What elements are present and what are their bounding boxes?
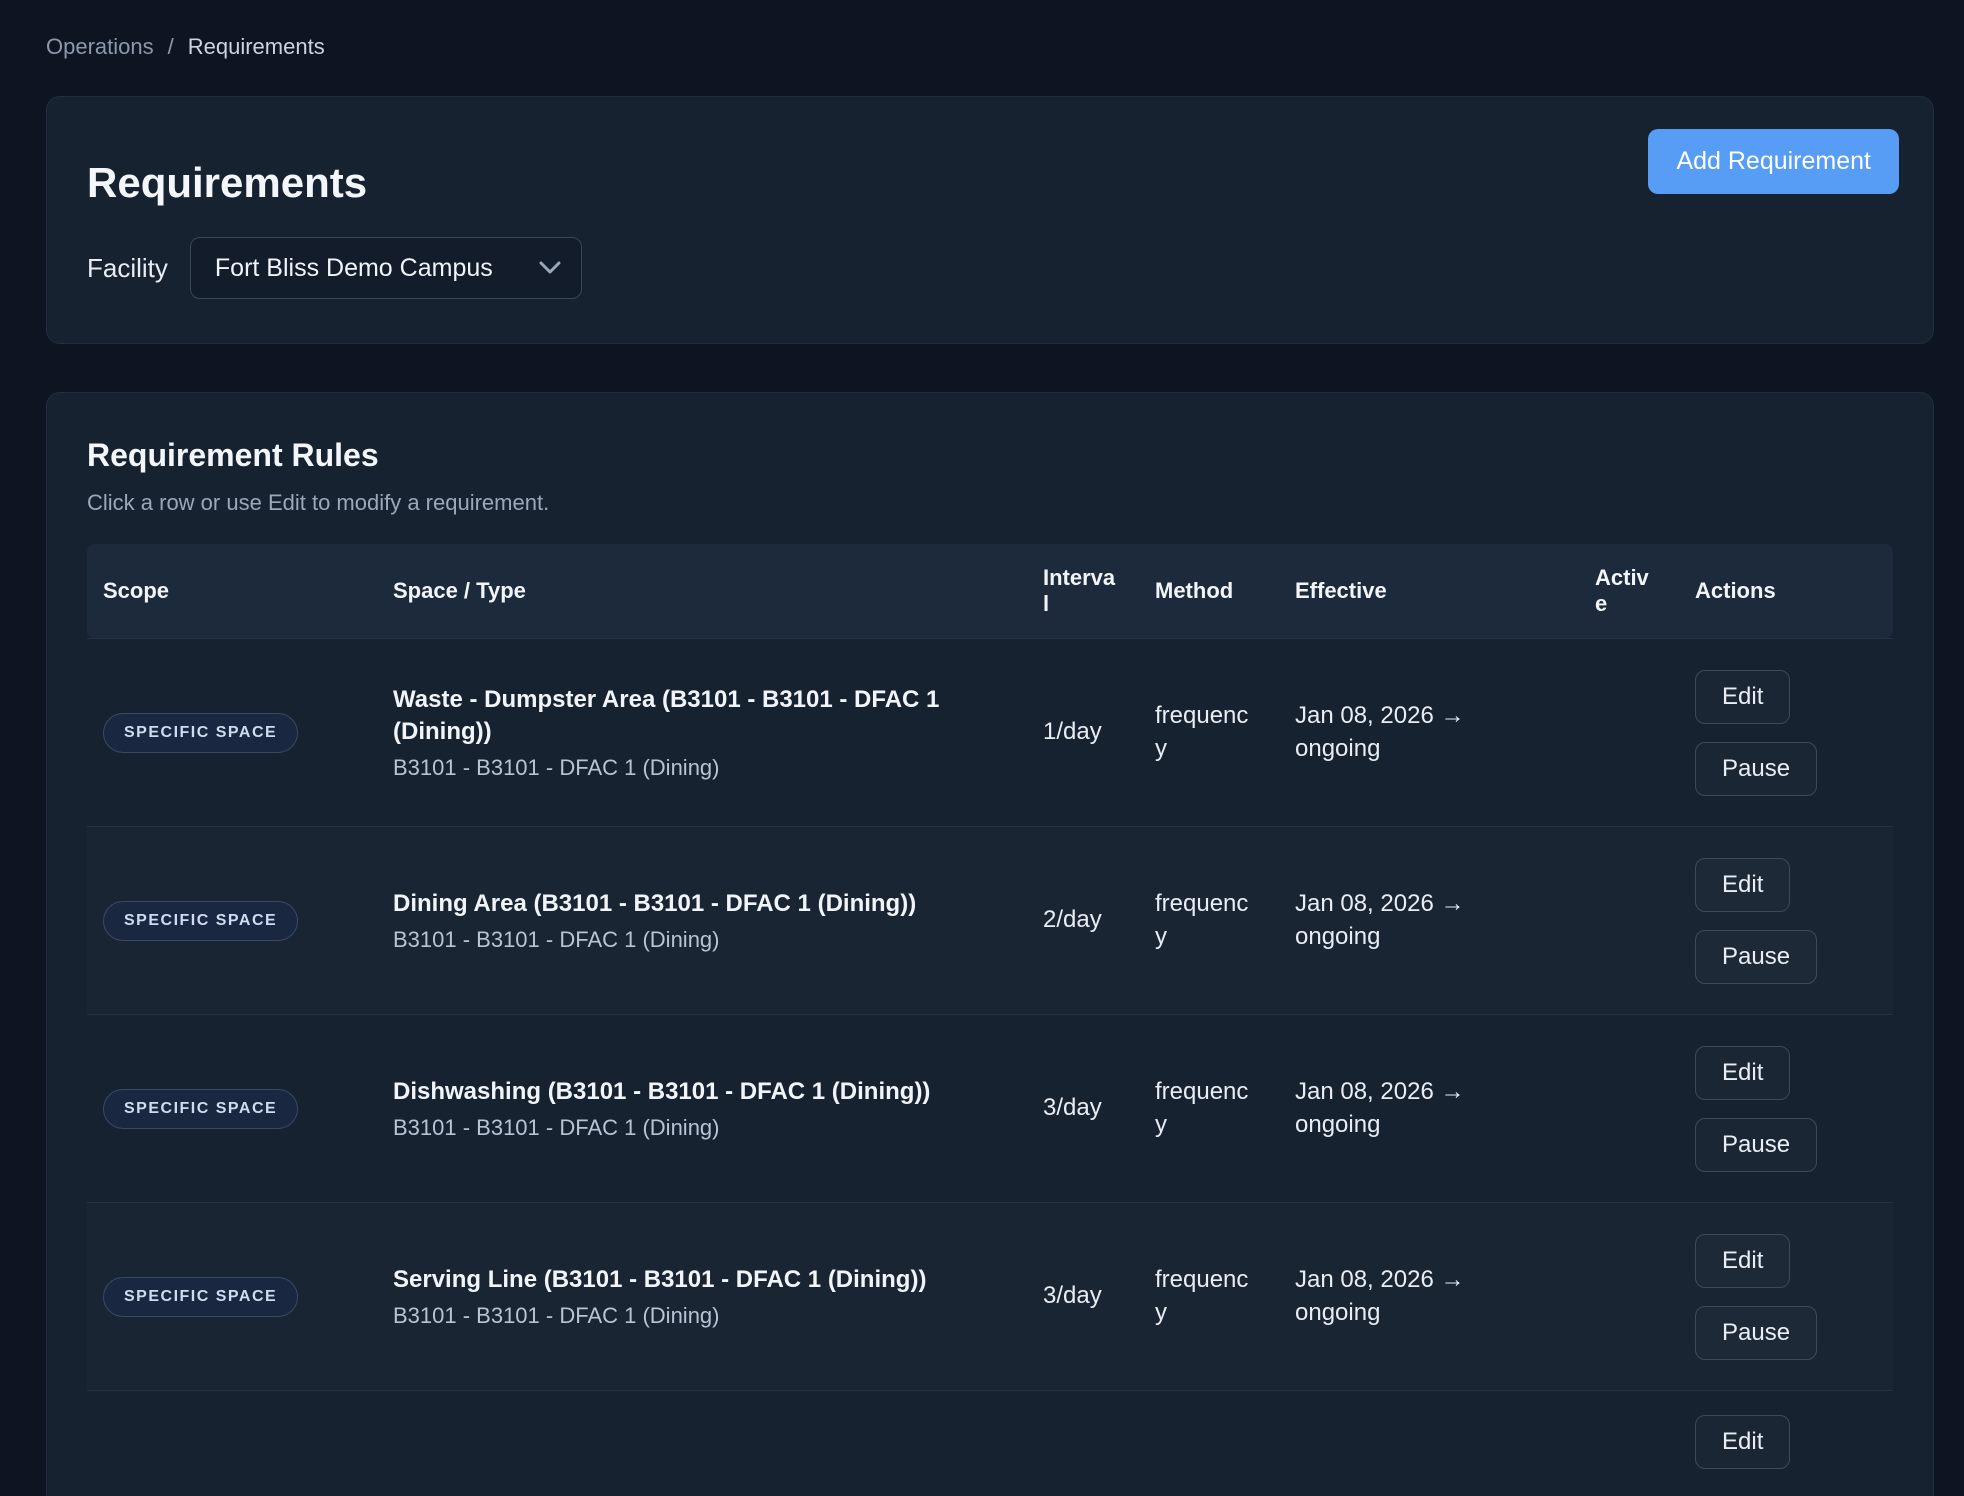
table-row[interactable]: SPECIFIC SPACE Dishwashing (B3101 - B310… bbox=[87, 1014, 1893, 1202]
scope-badge: SPECIFIC SPACE bbox=[103, 901, 298, 941]
space-title: Waste - Dumpster Area (B3101 - B3101 - D… bbox=[393, 684, 1007, 746]
pause-button[interactable]: Pause bbox=[1695, 1118, 1817, 1172]
actions-cell: Edit bbox=[1679, 1391, 1893, 1469]
space-type-cell: Dishwashing (B3101 - B3101 - DFAC 1 (Din… bbox=[377, 1076, 1027, 1141]
effective-to: ongoing bbox=[1295, 733, 1559, 765]
edit-button[interactable]: Edit bbox=[1695, 858, 1790, 912]
facility-row: Facility Fort Bliss Demo Campus bbox=[87, 237, 1893, 299]
method-cell: frequency bbox=[1139, 1264, 1279, 1329]
chevron-down-icon bbox=[539, 261, 561, 275]
page-title: Requirements bbox=[87, 159, 1893, 207]
effective-cell: Jan 08, 2026 → ongoing bbox=[1279, 1264, 1579, 1329]
actions-cell: Edit Pause bbox=[1679, 858, 1893, 984]
header-actions: Actions bbox=[1679, 578, 1893, 604]
space-type-cell: Serving Line (B3101 - B3101 - DFAC 1 (Di… bbox=[377, 1264, 1027, 1329]
effective-from: Jan 08, 2026 → bbox=[1295, 1264, 1559, 1296]
method-cell: frequency bbox=[1139, 700, 1279, 765]
facility-select[interactable]: Fort Bliss Demo Campus bbox=[190, 237, 582, 299]
breadcrumb: Operations / Requirements bbox=[46, 34, 1934, 60]
breadcrumb-requirements: Requirements bbox=[188, 34, 325, 60]
header-interval: Interval bbox=[1027, 565, 1139, 617]
edit-button[interactable]: Edit bbox=[1695, 670, 1790, 724]
edit-button[interactable]: Edit bbox=[1695, 1234, 1790, 1288]
space-subtitle: B3101 - B3101 - DFAC 1 (Dining) bbox=[393, 755, 1007, 781]
page: Operations / Requirements Add Requiremen… bbox=[0, 0, 1964, 1496]
pause-button[interactable]: Pause bbox=[1695, 930, 1817, 984]
breadcrumb-operations[interactable]: Operations bbox=[46, 34, 154, 60]
requirements-table: Scope Space / Type Interval Method Effec… bbox=[87, 544, 1893, 1469]
scope-badge: SPECIFIC SPACE bbox=[103, 713, 298, 753]
scope-cell: SPECIFIC SPACE bbox=[87, 713, 377, 753]
effective-cell: Jan 08, 2026 → ongoing bbox=[1279, 888, 1579, 953]
space-subtitle: B3101 - B3101 - DFAC 1 (Dining) bbox=[393, 1303, 1007, 1329]
effective-to: ongoing bbox=[1295, 1297, 1559, 1329]
interval-cell: 1/day bbox=[1027, 716, 1139, 748]
space-type-cell: Waste - Dumpster Area (B3101 - B3101 - D… bbox=[377, 684, 1027, 780]
space-title: Serving Line (B3101 - B3101 - DFAC 1 (Di… bbox=[393, 1264, 1007, 1295]
effective-from: Jan 08, 2026 → bbox=[1295, 700, 1559, 732]
space-subtitle: B3101 - B3101 - DFAC 1 (Dining) bbox=[393, 927, 1007, 953]
effective-cell: Jan 08, 2026 → ongoing bbox=[1279, 700, 1579, 765]
table-row[interactable]: SPECIFIC SPACE Waste - Dumpster Area (B3… bbox=[87, 638, 1893, 826]
table-row[interactable]: SPECIFIC SPACE Serving Line (B3101 - B31… bbox=[87, 1202, 1893, 1390]
header-method: Method bbox=[1139, 578, 1279, 604]
scope-cell: SPECIFIC SPACE bbox=[87, 1277, 377, 1317]
space-subtitle: B3101 - B3101 - DFAC 1 (Dining) bbox=[393, 1115, 1007, 1141]
space-title: Dining Area (B3101 - B3101 - DFAC 1 (Din… bbox=[393, 888, 1007, 919]
scope-cell: SPECIFIC SPACE bbox=[87, 901, 377, 941]
interval-cell: 3/day bbox=[1027, 1280, 1139, 1312]
breadcrumb-separator: / bbox=[168, 34, 174, 60]
space-title: Dishwashing (B3101 - B3101 - DFAC 1 (Din… bbox=[393, 1076, 1007, 1107]
table-row[interactable]: Edit bbox=[87, 1390, 1893, 1469]
effective-from: Jan 08, 2026 → bbox=[1295, 888, 1559, 920]
scope-badge: SPECIFIC SPACE bbox=[103, 1277, 298, 1317]
effective-to: ongoing bbox=[1295, 921, 1559, 953]
method-cell: frequency bbox=[1139, 888, 1279, 953]
pause-button[interactable]: Pause bbox=[1695, 1306, 1817, 1360]
actions-cell: Edit Pause bbox=[1679, 1234, 1893, 1360]
header-space-type: Space / Type bbox=[377, 578, 1027, 604]
rules-subtitle: Click a row or use Edit to modify a requ… bbox=[87, 490, 1893, 516]
header-active: Active bbox=[1579, 565, 1679, 617]
actions-cell: Edit Pause bbox=[1679, 670, 1893, 796]
table-row[interactable]: SPECIFIC SPACE Dining Area (B3101 - B310… bbox=[87, 826, 1893, 1014]
edit-button[interactable]: Edit bbox=[1695, 1046, 1790, 1100]
interval-cell: 2/day bbox=[1027, 904, 1139, 936]
effective-cell: Jan 08, 2026 → ongoing bbox=[1279, 1076, 1579, 1141]
scope-cell: SPECIFIC SPACE bbox=[87, 1089, 377, 1129]
add-requirement-button[interactable]: Add Requirement bbox=[1648, 129, 1899, 194]
header-scope: Scope bbox=[87, 578, 377, 604]
facility-select-value: Fort Bliss Demo Campus bbox=[215, 254, 493, 283]
pause-button[interactable]: Pause bbox=[1695, 742, 1817, 796]
effective-to: ongoing bbox=[1295, 1109, 1559, 1141]
requirements-header-card: Add Requirement Requirements Facility Fo… bbox=[46, 96, 1934, 344]
scope-badge: SPECIFIC SPACE bbox=[103, 1089, 298, 1129]
edit-button[interactable]: Edit bbox=[1695, 1415, 1790, 1469]
method-cell: frequency bbox=[1139, 1076, 1279, 1141]
requirement-rules-card: Requirement Rules Click a row or use Edi… bbox=[46, 392, 1934, 1496]
header-effective: Effective bbox=[1279, 578, 1579, 604]
facility-label: Facility bbox=[87, 253, 168, 284]
rules-title: Requirement Rules bbox=[87, 437, 1893, 474]
table-header-row: Scope Space / Type Interval Method Effec… bbox=[87, 544, 1893, 638]
space-type-cell: Dining Area (B3101 - B3101 - DFAC 1 (Din… bbox=[377, 888, 1027, 953]
interval-cell: 3/day bbox=[1027, 1092, 1139, 1124]
effective-from: Jan 08, 2026 → bbox=[1295, 1076, 1559, 1108]
actions-cell: Edit Pause bbox=[1679, 1046, 1893, 1172]
